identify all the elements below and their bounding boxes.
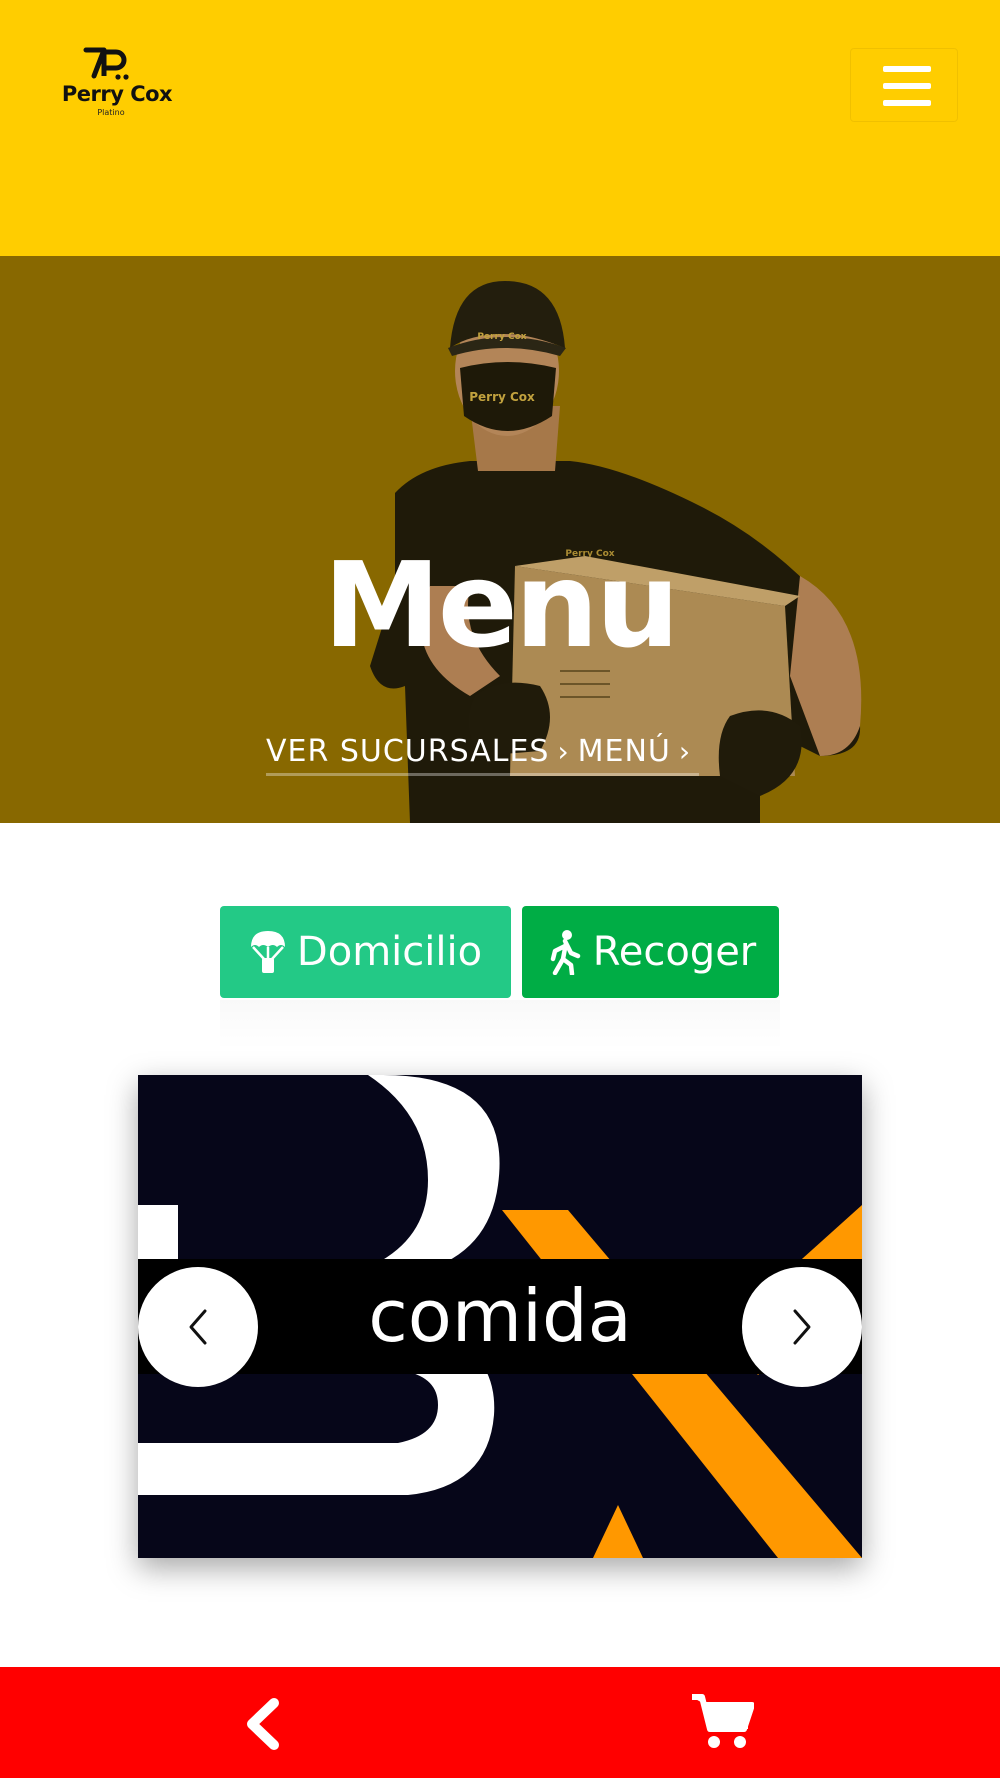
order-type-selector: Domicilio Recoger: [0, 906, 1000, 998]
cart-icon[interactable]: [690, 1693, 754, 1751]
brand-logo[interactable]: Perry Cox Platino: [52, 46, 176, 122]
chevron-right-icon: [793, 1309, 811, 1345]
chevron-right-icon: ›: [678, 734, 692, 768]
chevron-right-icon: ›: [557, 734, 570, 768]
chevron-left-icon: [189, 1309, 207, 1345]
bottom-nav-bar: [0, 1667, 1000, 1778]
pickup-label: Recoger: [592, 929, 757, 975]
pickup-button[interactable]: Recoger: [522, 906, 779, 998]
walking-icon: [550, 930, 580, 975]
delivery-label: Domicilio: [296, 929, 483, 975]
top-header: Perry Cox Platino: [0, 0, 1000, 256]
back-button[interactable]: [236, 1697, 292, 1751]
parachute-icon: [250, 931, 285, 973]
breadcrumb-item-sucursales[interactable]: VER SUCURSALES: [266, 734, 549, 769]
category-carousel[interactable]: comida: [138, 1075, 862, 1558]
delivery-button[interactable]: Domicilio: [220, 906, 511, 998]
logo-subtitle: Platino: [97, 108, 125, 117]
carousel-prev-button[interactable]: [138, 1267, 258, 1387]
breadcrumb: VER SUCURSALES › MENÚ ›: [266, 729, 700, 776]
logo-mark-icon: [83, 47, 129, 80]
hero-banner: Perry Cox Perry Cox Perry Cox Menu VER S…: [0, 256, 1000, 823]
logo-name: Perry Cox: [61, 82, 173, 106]
page-title: Menu: [323, 536, 679, 674]
menu-button[interactable]: [850, 48, 958, 122]
button-shadow: [220, 1000, 780, 1050]
carousel-next-button[interactable]: [742, 1267, 862, 1387]
breadcrumb-item-menu[interactable]: MENÚ: [578, 734, 671, 769]
